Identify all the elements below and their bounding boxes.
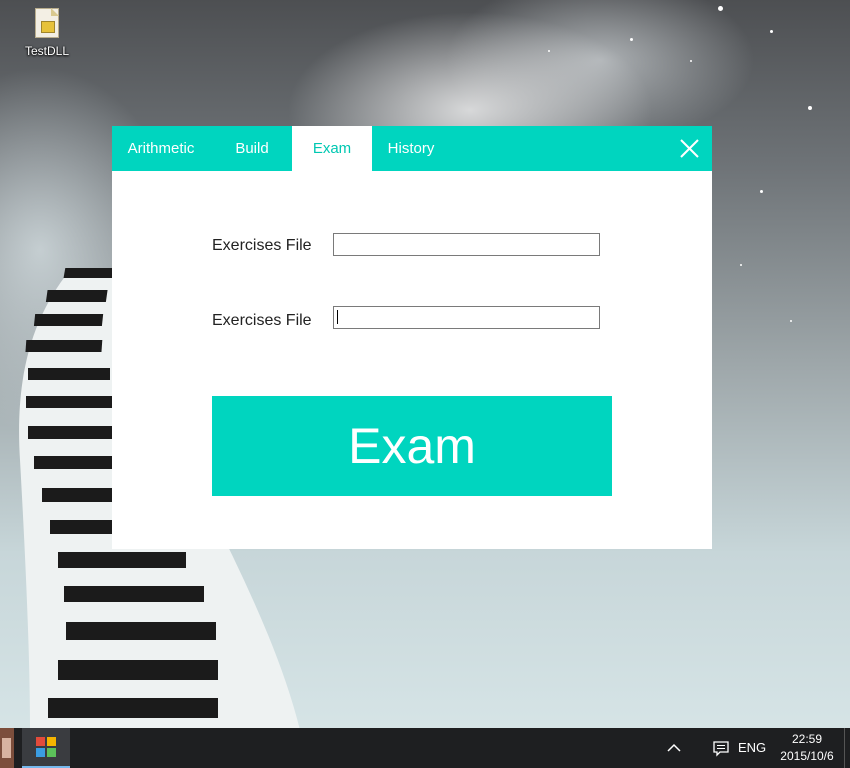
tab-arithmetic[interactable]: Arithmetic [112,126,210,171]
taskbar-app-button[interactable] [22,728,70,768]
exercises-file-label-2: Exercises File [212,312,312,329]
app-window: Arithmetic Build Exam History Exercises … [112,126,712,549]
clock-time: 22:59 [791,732,823,746]
pinned-app-icon[interactable] [0,728,14,768]
exercises-file-input-2[interactable] [333,306,600,329]
star-decoration [740,264,742,266]
cube-app-icon [36,737,56,757]
exam-button[interactable]: Exam [212,396,612,496]
exercises-file-input[interactable] [333,233,600,256]
tab-exam[interactable]: Exam [292,126,372,171]
exercises-file-label: Exercises File [212,237,312,254]
star-decoration [770,30,773,33]
star-decoration [790,320,792,322]
star-decoration [718,6,723,11]
star-decoration [690,60,692,62]
taskbar: ENG 22:59 2015/10/6 [0,728,850,768]
show-desktop-button[interactable] [844,728,850,768]
clock-date: 2015/10/6 [780,749,834,763]
chevron-up-icon[interactable] [664,740,684,756]
star-decoration [630,38,633,41]
desktop-icon-testdll[interactable]: TestDLL [20,8,74,58]
star-decoration [760,190,763,193]
text-caret [337,310,338,324]
language-indicator[interactable]: ENG [738,740,766,755]
clock[interactable]: 22:59 2015/10/6 [772,731,842,765]
tab-bar: Arithmetic Build Exam History [112,126,712,171]
zip-folder-icon [35,8,59,38]
close-button[interactable] [675,134,704,163]
desktop-icon-label: TestDLL [24,44,70,58]
tab-history[interactable]: History [377,126,445,171]
star-decoration [548,50,550,52]
tab-build[interactable]: Build [219,126,285,171]
close-icon [680,139,699,158]
action-center-icon[interactable] [712,739,730,757]
star-decoration [808,106,812,110]
